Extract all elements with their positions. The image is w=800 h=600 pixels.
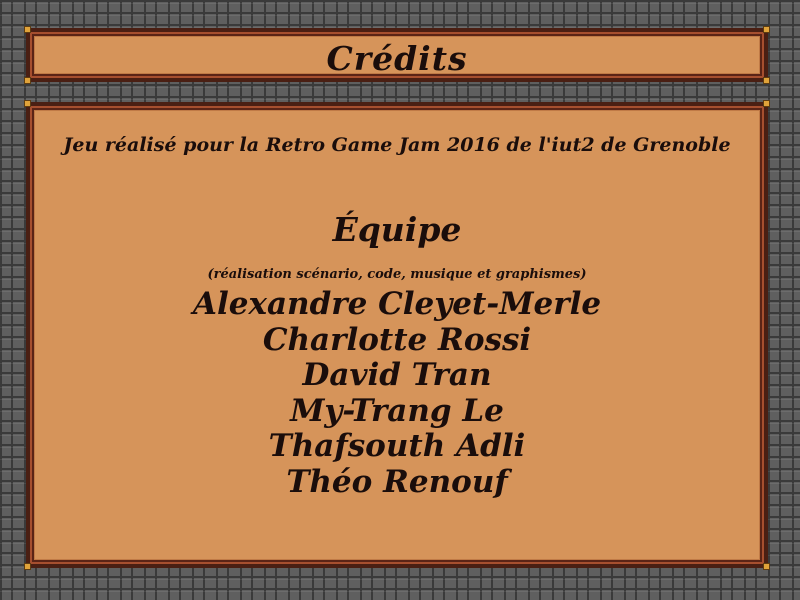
- team-member-name: Thafsouth Adli: [268, 428, 526, 464]
- corner-rivet: [24, 100, 31, 107]
- corner-rivet: [24, 77, 31, 84]
- corner-rivet: [763, 100, 770, 107]
- team-member-name: David Tran: [302, 357, 492, 393]
- corner-rivet: [24, 563, 31, 570]
- credits-panel: Jeu réalisé pour la Retro Game Jam 2016 …: [24, 100, 770, 570]
- team-member-name: Charlotte Rossi: [262, 321, 532, 358]
- corner-rivet: [763, 77, 770, 84]
- jam-subtitle: Jeu réalisé pour la Retro Game Jam 2016 …: [63, 134, 731, 156]
- corner-rivet: [24, 26, 31, 33]
- team-member-name: Alexandre Cleyet-Merle: [192, 286, 602, 322]
- title-panel: Crédits: [24, 26, 770, 84]
- corner-rivet: [763, 26, 770, 33]
- team-role-description: (réalisation scénario, code, musique et …: [207, 267, 587, 282]
- page-title: Crédits: [326, 39, 468, 78]
- corner-rivet: [763, 563, 770, 570]
- team-member-name: Théo Renouf: [286, 463, 508, 500]
- team-member-name: My-Trang Le: [290, 392, 504, 429]
- team-heading: Équipe: [332, 210, 462, 249]
- team-member-list: Alexandre Cleyet-Merle Charlotte Rossi D…: [30, 286, 764, 500]
